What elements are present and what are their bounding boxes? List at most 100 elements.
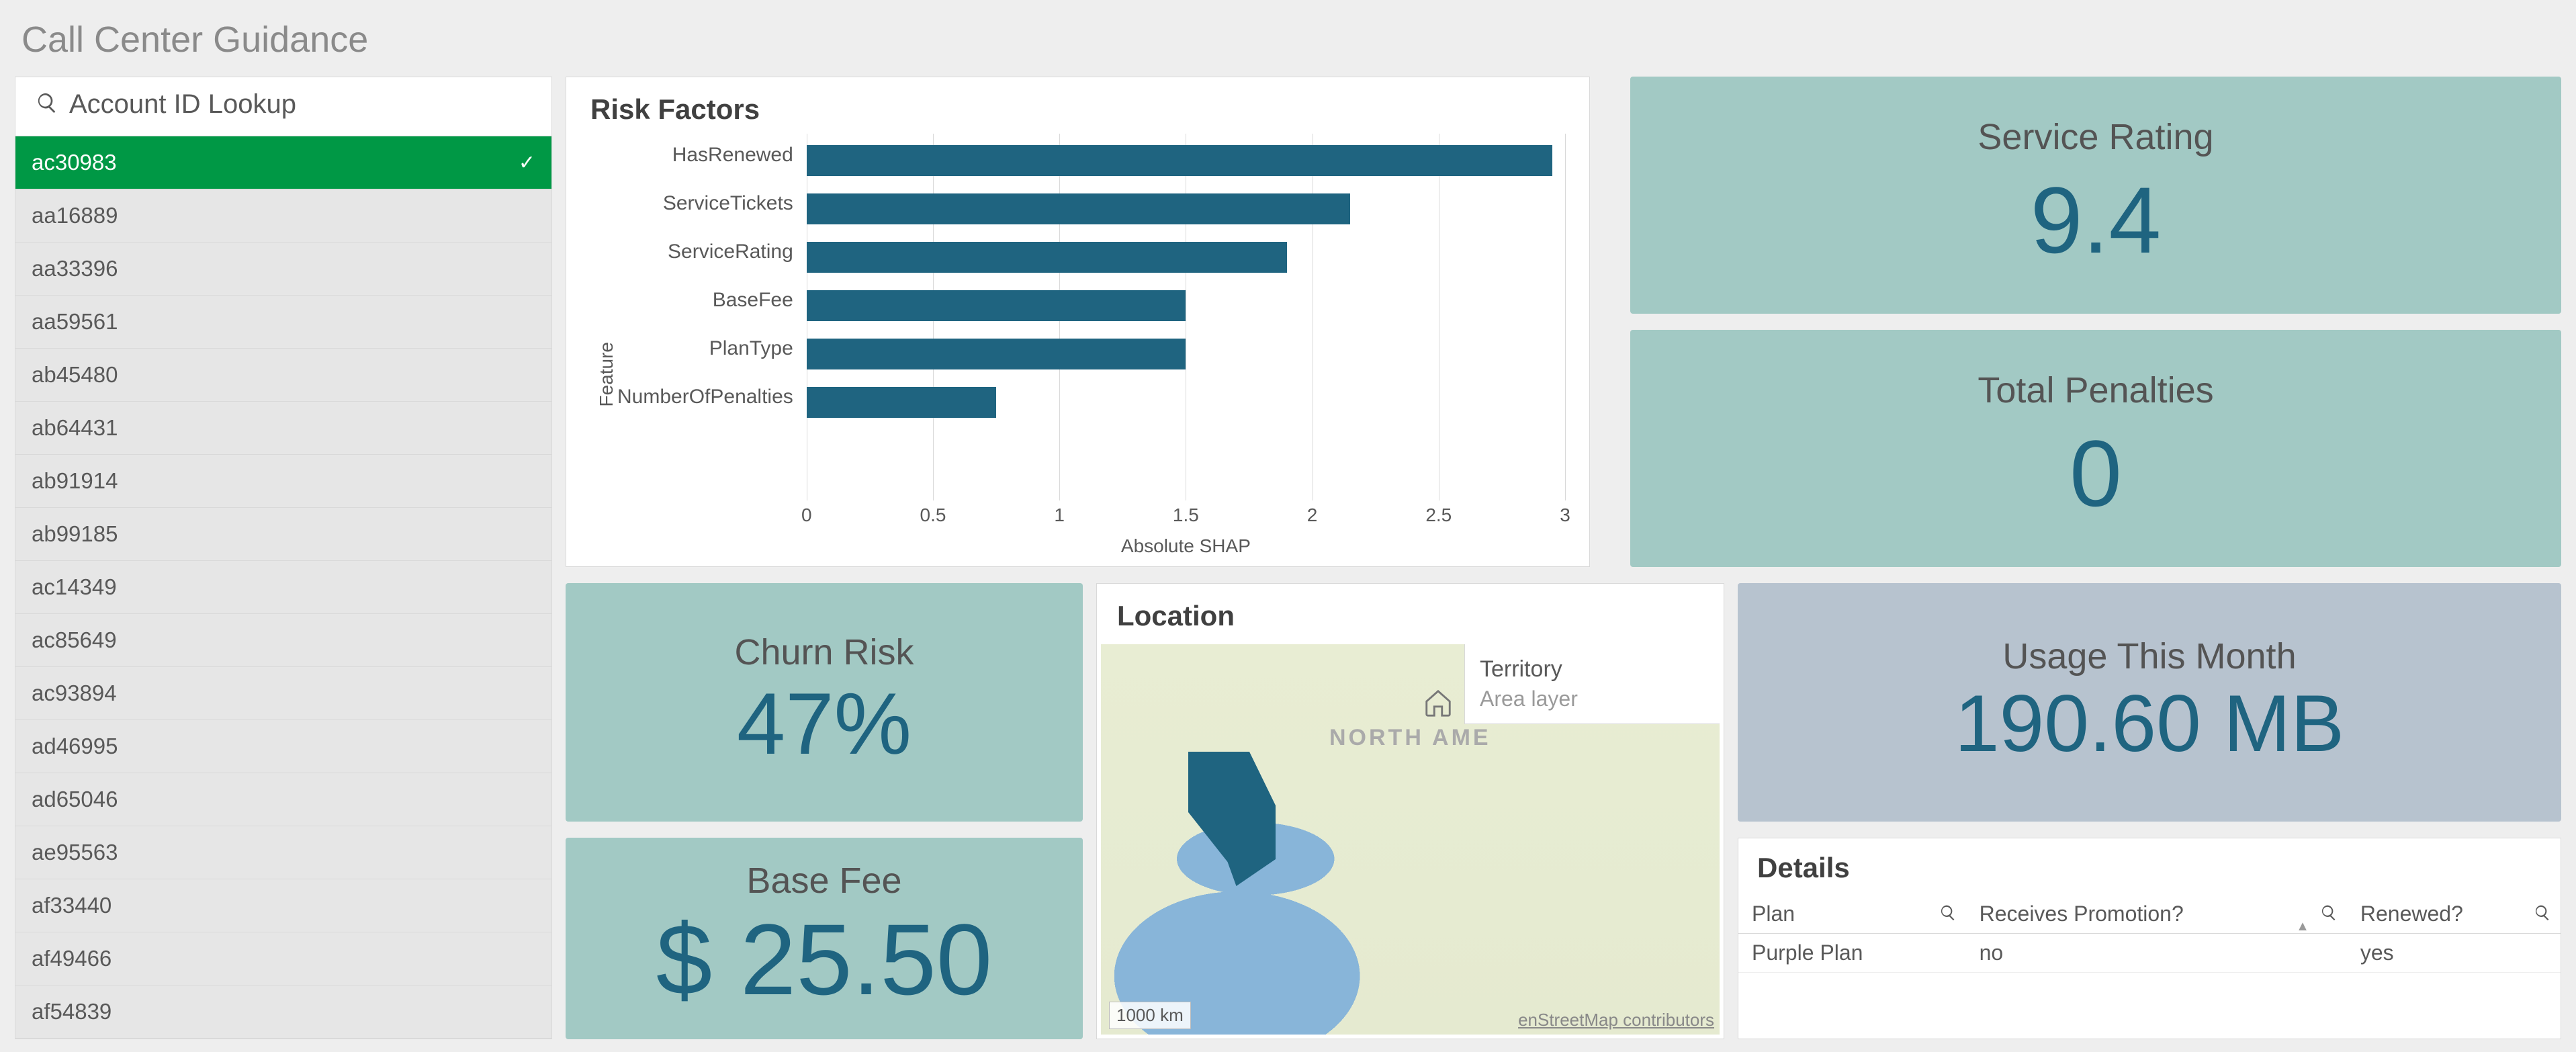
kpi-service-rating-value: 9.4 xyxy=(1630,166,2561,275)
page-title: Call Center Guidance xyxy=(0,0,2576,77)
kpi-service-rating-title: Service Rating xyxy=(1630,116,2561,166)
account-id: ac93894 xyxy=(32,681,117,706)
account-id: aa16889 xyxy=(32,203,118,228)
details-cell: Purple Plan xyxy=(1738,934,1966,973)
kpi-base-fee-title: Base Fee xyxy=(566,860,1083,902)
risk-factors-chart[interactable]: Feature HasRenewedServiceTicketsServiceR… xyxy=(590,126,1565,561)
account-id: ab45480 xyxy=(32,362,118,388)
account-item[interactable]: ab99185 xyxy=(15,508,551,561)
details-cell: yes xyxy=(2347,934,2561,973)
account-id: ab91914 xyxy=(32,468,118,494)
kpi-usage-value: 190.60 MB xyxy=(1738,677,2561,770)
chart-tick-label: 2.5 xyxy=(1425,505,1452,526)
kpi-service-rating[interactable]: Service Rating 9.4 xyxy=(1630,77,2561,314)
account-item[interactable]: aa59561 xyxy=(15,296,551,349)
chart-category-label: PlanType xyxy=(617,330,803,367)
map-legend-subtitle: Area layer xyxy=(1480,683,1705,711)
kpi-total-penalties-title: Total Penalties xyxy=(1630,369,2561,419)
account-item[interactable]: ad65046 xyxy=(15,773,551,826)
account-item[interactable]: ab91914 xyxy=(15,455,551,508)
search-icon[interactable] xyxy=(1939,902,1957,926)
details-row[interactable]: Purple Plannoyes xyxy=(1738,934,2561,973)
details-column-header[interactable]: Renewed? xyxy=(2347,895,2561,934)
account-id: ad65046 xyxy=(32,787,118,812)
account-item[interactable]: ac30983✓ xyxy=(15,136,551,189)
details-column-label: Plan xyxy=(1752,902,1795,926)
home-icon[interactable] xyxy=(1423,687,1454,718)
account-lookup-label: Account ID Lookup xyxy=(69,89,296,120)
search-icon xyxy=(36,91,58,118)
kpi-usage-title: Usage This Month xyxy=(1738,635,2561,677)
account-id: ab64431 xyxy=(32,415,118,441)
kpi-churn-risk-title: Churn Risk xyxy=(566,631,1083,673)
kpi-churn-risk-value: 47% xyxy=(566,673,1083,774)
account-lookup-header[interactable]: Account ID Lookup xyxy=(15,77,551,136)
account-item[interactable]: af49466 xyxy=(15,932,551,985)
account-item[interactable]: af54839 xyxy=(15,985,551,1039)
account-item[interactable]: ac14349 xyxy=(15,561,551,614)
kpi-total-penalties[interactable]: Total Penalties 0 xyxy=(1630,330,2561,567)
chart-tick-label: 0 xyxy=(801,505,812,526)
chart-bar[interactable] xyxy=(807,387,996,418)
risk-factors-title: Risk Factors xyxy=(590,93,1565,126)
map[interactable]: NORTH AME Territory Area layer 1000 km e… xyxy=(1101,644,1720,1035)
details-column-label: Renewed? xyxy=(2360,902,2463,926)
chart-tick-label: 3 xyxy=(1560,505,1570,526)
kpi-base-fee-value: $ 25.50 xyxy=(566,902,1083,1018)
kpi-total-penalties-value: 0 xyxy=(1630,419,2561,528)
chart-category-label: HasRenewed xyxy=(617,136,803,174)
kpi-base-fee[interactable]: Base Fee $ 25.50 xyxy=(566,838,1083,1039)
account-item[interactable]: ab64431 xyxy=(15,402,551,455)
account-item[interactable]: ae95563 xyxy=(15,826,551,879)
account-id: ad46995 xyxy=(32,734,118,759)
chart-gridline xyxy=(1565,134,1566,500)
map-legend-title: Territory xyxy=(1480,656,1705,683)
chart-bar[interactable] xyxy=(807,339,1186,369)
chart-y-label: Feature xyxy=(590,288,617,407)
account-item[interactable]: aa16889 xyxy=(15,189,551,243)
location-panel: Location NORTH AME Territory Area layer … xyxy=(1096,583,1724,1039)
chart-bar[interactable] xyxy=(807,290,1186,321)
account-id: aa59561 xyxy=(32,309,118,335)
kpi-churn-risk[interactable]: Churn Risk 47% xyxy=(566,583,1083,822)
location-title: Location xyxy=(1097,584,1724,644)
risk-factors-panel: Risk Factors Feature HasRenewed ServiceTi… xyxy=(566,77,1590,567)
account-lookup-panel: Account ID Lookup ac30983✓ aa16889 aa33396… xyxy=(15,77,552,1039)
account-id: af54839 xyxy=(32,999,112,1024)
details-panel: Details Plan Receives Promotion?▲ Renewed?… xyxy=(1738,838,2561,1039)
account-id: ac14349 xyxy=(32,574,117,600)
chart-bar[interactable] xyxy=(807,242,1287,273)
map-continent-label: NORTH AME xyxy=(1329,725,1491,751)
search-icon[interactable] xyxy=(2534,902,2551,926)
chart-tick-label: 1 xyxy=(1054,505,1065,526)
chart-category-label: NumberOfPenalties xyxy=(617,378,803,416)
chart-category-label: BaseFee xyxy=(617,281,803,319)
sort-indicator-icon: ▲ xyxy=(2296,919,2309,934)
chart-tick-label: 0.5 xyxy=(920,505,946,526)
account-id: ab99185 xyxy=(32,521,118,547)
account-item[interactable]: ac85649 xyxy=(15,614,551,667)
chart-bar[interactable] xyxy=(807,193,1350,224)
account-item[interactable]: ac93894 xyxy=(15,667,551,720)
details-title: Details xyxy=(1738,838,2561,895)
details-column-header[interactable]: Receives Promotion?▲ xyxy=(1966,895,2347,934)
account-item[interactable]: af33440 xyxy=(15,879,551,932)
account-list[interactable]: ac30983✓ aa16889 aa33396 aa59561 ab45480 ab64… xyxy=(15,136,551,1039)
account-id: ac30983 xyxy=(32,150,117,175)
map-attribution[interactable]: enStreetMap contributors xyxy=(1518,1010,1714,1031)
chart-category-label: ServiceTickets xyxy=(617,185,803,222)
account-item[interactable]: ab45480 xyxy=(15,349,551,402)
chart-bar[interactable] xyxy=(807,145,1552,176)
details-table[interactable]: Plan Receives Promotion?▲ Renewed? Purple … xyxy=(1738,895,2561,973)
map-legend: Territory Area layer xyxy=(1464,644,1720,724)
details-cell: no xyxy=(1966,934,2347,973)
account-id: af49466 xyxy=(32,946,112,971)
chart-tick-label: 2 xyxy=(1307,505,1318,526)
map-scale: 1000 km xyxy=(1109,1002,1191,1029)
account-id: ac85649 xyxy=(32,627,117,653)
kpi-usage[interactable]: Usage This Month 190.60 MB xyxy=(1738,583,2561,822)
account-item[interactable]: aa33396 xyxy=(15,243,551,296)
account-item[interactable]: ad46995 xyxy=(15,720,551,773)
details-column-header[interactable]: Plan xyxy=(1738,895,1966,934)
search-icon[interactable] xyxy=(2320,902,2338,926)
